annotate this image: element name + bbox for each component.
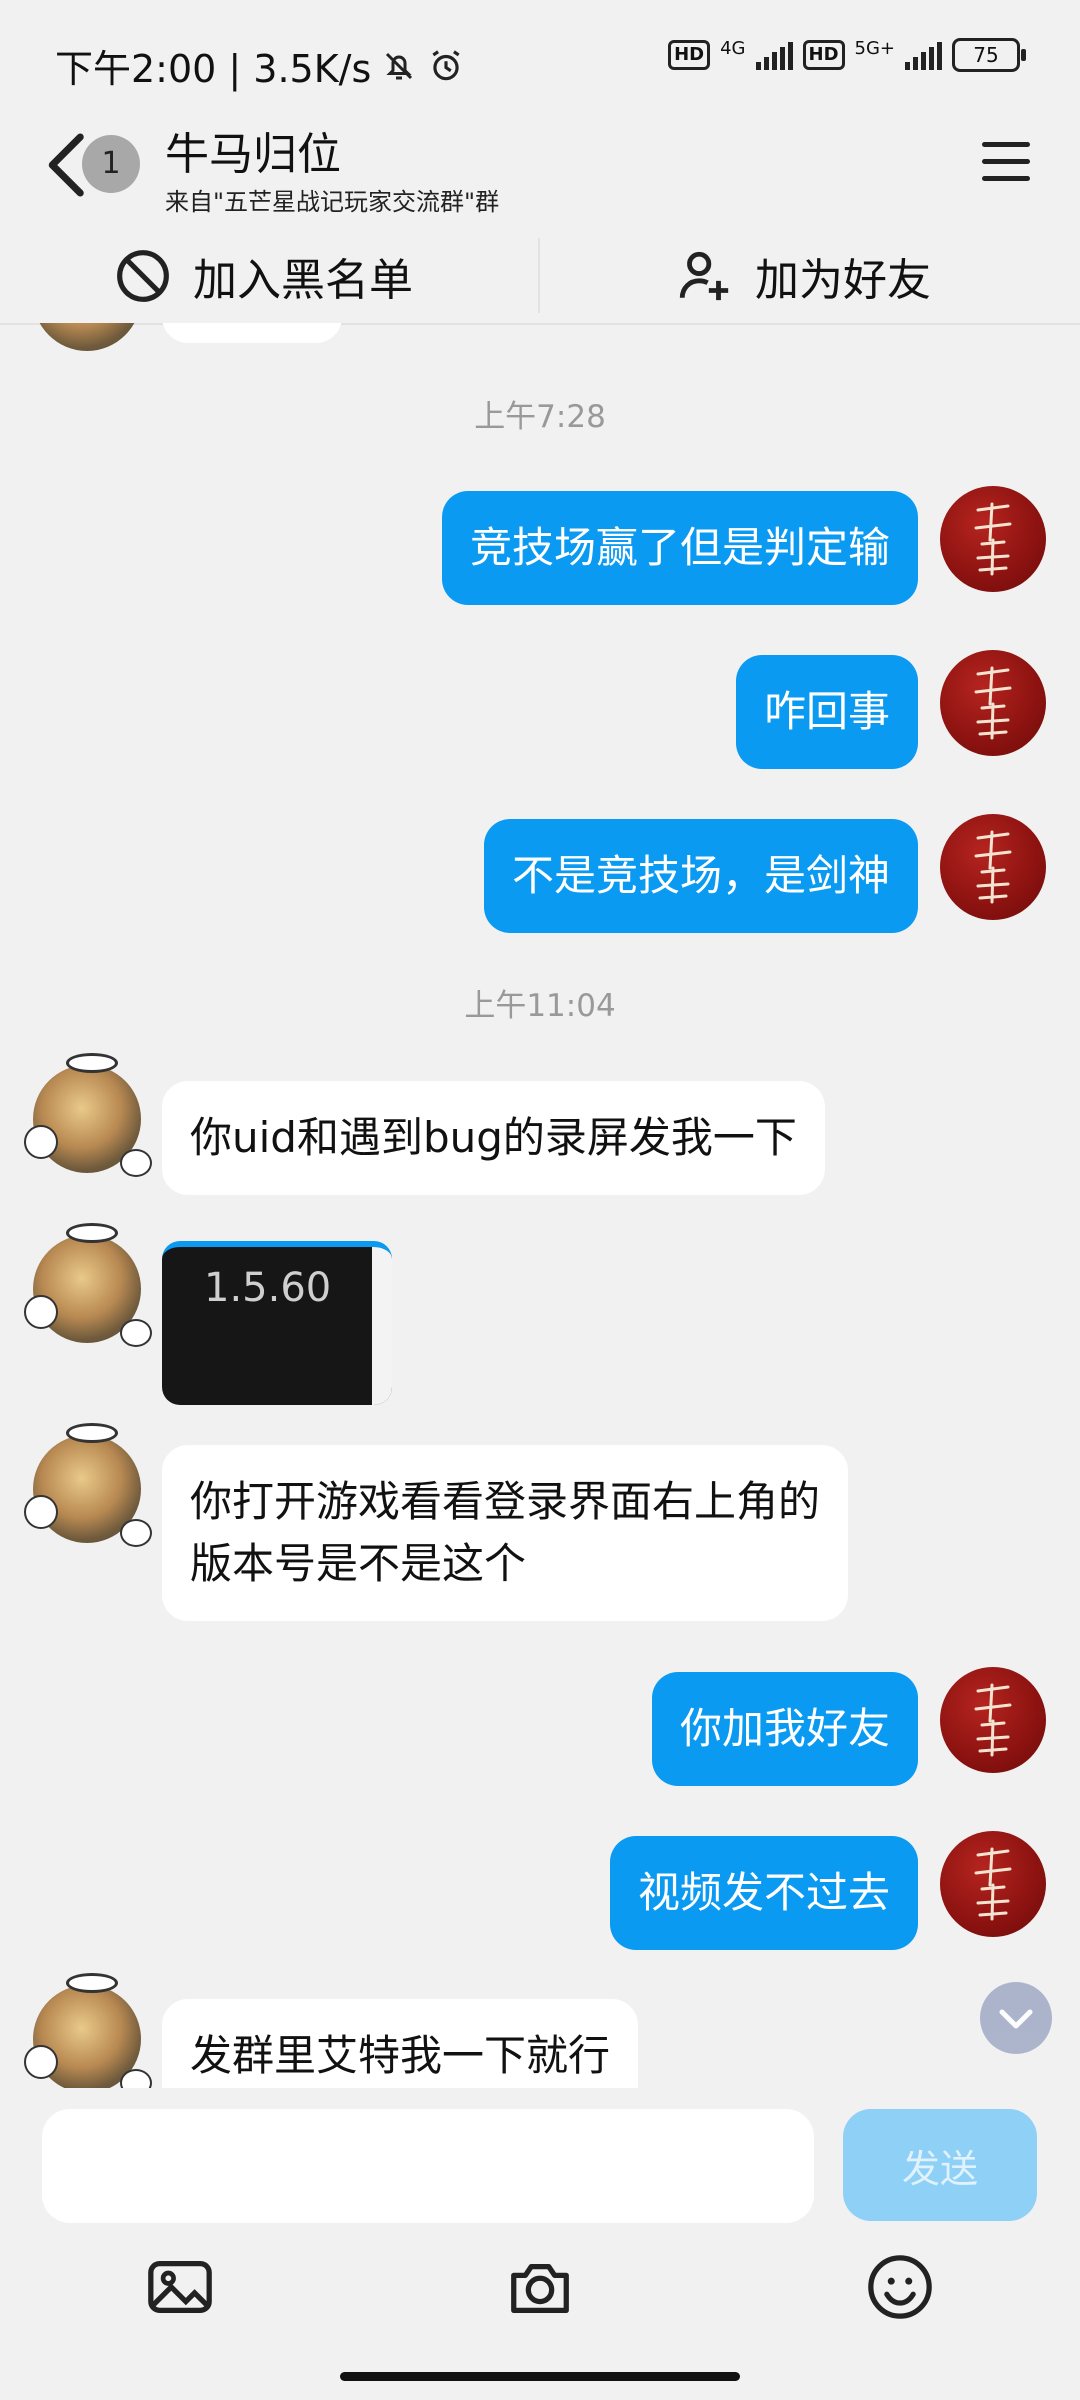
timestamp: 上午7:28 bbox=[474, 399, 606, 435]
mute-bell-icon bbox=[386, 52, 413, 79]
image-picker-icon[interactable] bbox=[145, 2252, 215, 2322]
network-type-1: 4G bbox=[720, 38, 746, 59]
camera-icon[interactable] bbox=[505, 2252, 575, 2322]
other-message-bubble[interactable]: 你打开游戏看看登录界面右上角的 版本号是不是这个 bbox=[162, 1445, 849, 1621]
menu-icon[interactable] bbox=[982, 142, 1030, 182]
my-message-bubble[interactable]: 不是竞技场，是剑神 bbox=[483, 819, 918, 933]
sender-avatar[interactable] bbox=[24, 1973, 152, 2088]
message-list[interactable]: 上午7:28 竞技场赢了但是判定输 咋回事 不是竞技场，是剑神 上午11:04 … bbox=[0, 323, 1080, 2088]
chat-title: 牛马归位 bbox=[165, 129, 341, 180]
calligraphy-icon bbox=[974, 830, 1012, 904]
timestamp: 上午11:04 bbox=[464, 988, 616, 1024]
scroll-to-bottom-button[interactable] bbox=[980, 1982, 1052, 2054]
add-to-blacklist-label: 加入黑名单 bbox=[193, 254, 413, 306]
status-bar: 下午2:00 | 3.5K/s HD 4G HD 5G+ 75 bbox=[0, 0, 1080, 110]
my-avatar[interactable] bbox=[940, 486, 1046, 592]
alarm-icon bbox=[432, 49, 460, 80]
chat-header: 1 牛马归位 来自"五芒星战记玩家交流群"群 bbox=[0, 110, 1080, 220]
add-friend-label: 加为好友 bbox=[755, 254, 931, 306]
image-message[interactable]: 1.5.60 bbox=[162, 1241, 392, 1405]
image-version-text: 1.5.60 bbox=[204, 1265, 332, 1311]
my-message-bubble[interactable]: 竞技场赢了但是判定输 bbox=[441, 491, 918, 605]
calligraphy-icon bbox=[974, 1683, 1012, 1757]
stranger-action-bar: 加入黑名单 加为好友 bbox=[0, 228, 1080, 325]
sender-avatar[interactable] bbox=[24, 1053, 152, 1177]
hd-badge-2: HD bbox=[802, 40, 845, 70]
other-message-bubble[interactable]: 发群里艾特我一下就行 bbox=[162, 1999, 639, 2088]
battery-indicator: 75 bbox=[952, 38, 1026, 72]
signal-bars-2-icon bbox=[905, 40, 942, 70]
sender-avatar[interactable] bbox=[24, 1223, 152, 1347]
my-message-bubble[interactable]: 你加我好友 bbox=[651, 1672, 918, 1786]
hd-badge-1: HD bbox=[668, 40, 711, 70]
my-avatar[interactable] bbox=[940, 1831, 1046, 1937]
message-bubble-partial bbox=[162, 323, 342, 343]
block-icon bbox=[117, 249, 169, 302]
status-right: HD 4G HD 5G+ 75 bbox=[668, 38, 1026, 72]
network-type-2: 5G+ bbox=[854, 38, 895, 59]
message-input[interactable] bbox=[42, 2109, 814, 2223]
my-message-bubble[interactable]: 咋回事 bbox=[735, 655, 918, 769]
home-indicator[interactable] bbox=[340, 2372, 740, 2381]
status-left: 下午2:00 | 3.5K/s bbox=[55, 38, 465, 93]
add-user-icon bbox=[679, 251, 729, 300]
message-line: 版本号是不是这个 bbox=[190, 1539, 527, 1588]
calligraphy-icon bbox=[974, 1847, 1012, 1921]
my-avatar[interactable] bbox=[940, 1667, 1046, 1773]
sender-avatar[interactable] bbox=[24, 1423, 152, 1547]
emoji-icon[interactable] bbox=[865, 2252, 935, 2322]
sender-avatar[interactable] bbox=[28, 323, 148, 351]
my-avatar[interactable] bbox=[940, 814, 1046, 920]
message-line: 你打开游戏看看登录界面右上角的 bbox=[190, 1477, 821, 1526]
action-divider bbox=[538, 238, 540, 313]
add-to-blacklist-button[interactable]: 加入黑名单 bbox=[115, 228, 413, 323]
unread-count-badge[interactable]: 1 bbox=[82, 135, 140, 193]
other-message-bubble[interactable]: 你uid和遇到bug的录屏发我一下 bbox=[162, 1081, 825, 1195]
chat-subtitle: 来自"五芒星战记玩家交流群"群 bbox=[165, 188, 500, 216]
calligraphy-icon bbox=[974, 666, 1012, 740]
chevron-down-icon bbox=[999, 2009, 1033, 2029]
composer-bar: 发送 bbox=[0, 2092, 1080, 2400]
calligraphy-icon bbox=[974, 502, 1012, 576]
send-button[interactable]: 发送 bbox=[843, 2109, 1037, 2221]
my-avatar[interactable] bbox=[940, 650, 1046, 756]
signal-bars-1-icon bbox=[755, 40, 793, 70]
my-message-bubble[interactable]: 视频发不过去 bbox=[609, 1836, 918, 1950]
add-friend-button[interactable]: 加为好友 bbox=[675, 228, 931, 323]
status-time-speed: 下午2:00 | 3.5K/s bbox=[55, 47, 372, 91]
